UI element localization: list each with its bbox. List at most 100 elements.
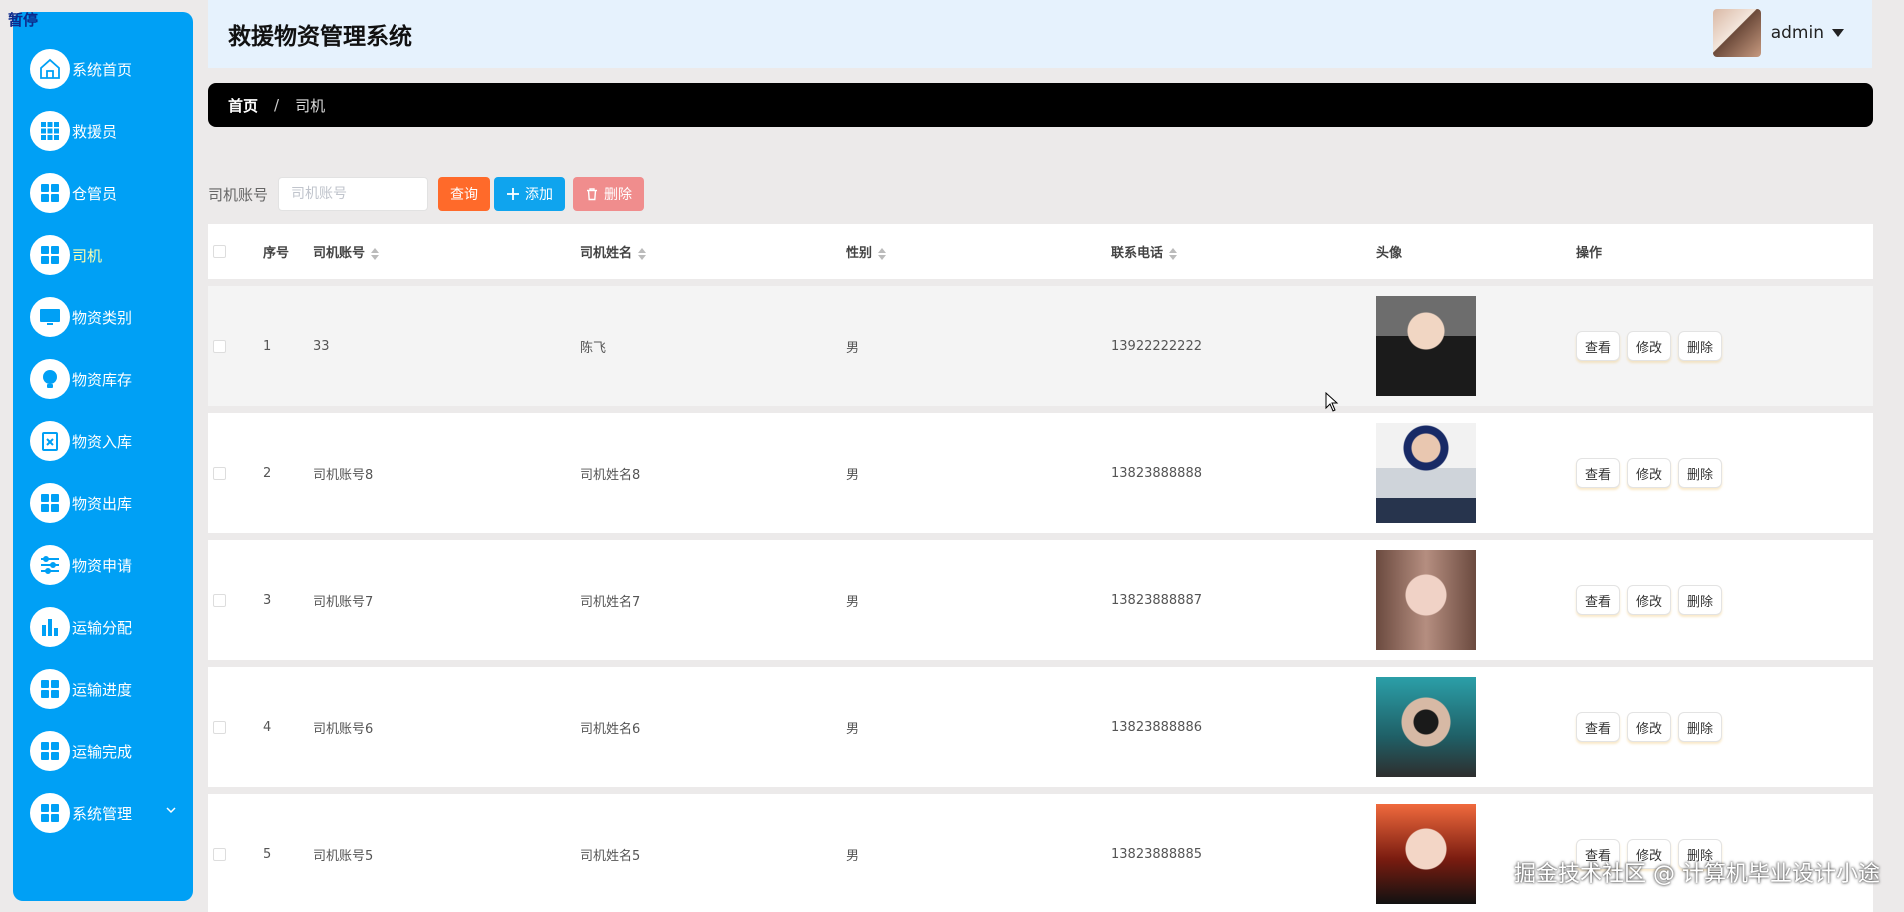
sidebar-item-warehouse-keeper[interactable]: 仓管员 [13, 162, 193, 224]
sort-icon[interactable] [371, 247, 380, 260]
sidebar-item-label: 物资申请 [72, 556, 133, 575]
chevron-down-icon [166, 807, 176, 814]
edit-button[interactable]: 修改 [1627, 331, 1672, 361]
sort-icon[interactable] [1169, 247, 1178, 260]
avatar[interactable] [1712, 9, 1761, 57]
breadcrumb: 首页 / 司机 [208, 83, 1873, 127]
sidebar-item-home[interactable]: 系统首页 [13, 38, 193, 100]
header-gender[interactable]: 性别 [846, 242, 1111, 261]
table-row: 2 司机账号8 司机姓名8 男 13823888888 查看 修改 删除 [208, 413, 1873, 533]
trash-icon [587, 188, 598, 201]
delete-button-label: 删除 [604, 187, 633, 203]
sidebar-item-label: 物资类别 [72, 308, 133, 327]
sort-icon[interactable] [878, 247, 887, 260]
grid-icon [30, 731, 70, 771]
watermark: 掘金技术社区 @ 计算机毕业设计小途 [1514, 862, 1880, 887]
mouse-cursor-icon [1325, 392, 1339, 412]
driver-photo [1376, 677, 1476, 777]
view-button[interactable]: 查看 [1576, 331, 1621, 361]
header-avatar: 头像 [1376, 246, 1403, 261]
edit-button[interactable]: 修改 [1627, 458, 1672, 488]
driver-table: 序号 司机账号 司机姓名 性别 联系电话 头像 操作 1 33 陈飞 男 139… [208, 224, 1873, 912]
header-name[interactable]: 司机姓名 [580, 242, 846, 261]
table-row: 3 司机账号7 司机姓名7 男 13823888887 查看 修改 删除 [208, 540, 1873, 660]
grid-icon [30, 793, 70, 833]
cell-name: 司机姓名5 [580, 848, 641, 864]
view-button[interactable]: 查看 [1576, 712, 1621, 742]
cell-name: 司机姓名7 [580, 594, 641, 610]
row-checkbox[interactable] [213, 847, 226, 861]
breadcrumb-home[interactable]: 首页 [228, 95, 258, 116]
edit-button[interactable]: 修改 [1627, 585, 1672, 615]
sidebar-item-label: 物资入库 [72, 432, 133, 451]
sidebar-item-label: 系统首页 [72, 60, 133, 79]
sidebar-item-material-category[interactable]: 物资类别 [13, 286, 193, 348]
row-checkbox[interactable] [213, 466, 226, 480]
delete-button[interactable]: 删除 [1678, 331, 1723, 361]
sidebar-item-material-outbound[interactable]: 物资出库 [13, 472, 193, 534]
breadcrumb-separator: / [274, 96, 280, 114]
sidebar-item-material-stock[interactable]: 物资库存 [13, 348, 193, 410]
select-all-checkbox[interactable] [213, 245, 226, 258]
cell-phone: 13823888886 [1111, 719, 1202, 735]
header-phone-label: 联系电话 [1111, 246, 1164, 261]
header-phone[interactable]: 联系电话 [1111, 242, 1376, 261]
delete-button[interactable]: 删除 [1678, 712, 1723, 742]
driver-photo [1376, 804, 1476, 904]
view-button[interactable]: 查看 [1576, 585, 1621, 615]
bulb-icon [30, 359, 70, 399]
cell-account: 司机账号8 [313, 467, 374, 483]
cell-account: 33 [313, 338, 330, 354]
sidebar: 系统首页 救援员 仓管员 司机 物资类别 物资库存 物资入库 物资出库 物资申请… [13, 12, 193, 901]
sidebar-item-material-inbound[interactable]: 物资入库 [13, 410, 193, 472]
sidebar-item-transport-assign[interactable]: 运输分配 [13, 596, 193, 658]
breadcrumb-current: 司机 [295, 96, 326, 115]
driver-photo [1376, 423, 1476, 523]
row-checkbox[interactable] [213, 593, 226, 607]
sidebar-item-label: 物资出库 [72, 494, 133, 513]
query-button[interactable]: 查询 [438, 177, 491, 211]
sidebar-item-system-manage[interactable]: 系统管理 [13, 782, 193, 844]
sidebar-item-driver[interactable]: 司机 [13, 224, 193, 286]
user-menu[interactable]: admin [1712, 9, 1844, 57]
cell-account: 司机账号6 [313, 721, 374, 737]
table-header: 序号 司机账号 司机姓名 性别 联系电话 头像 操作 [208, 224, 1873, 279]
header-actions: 操作 [1576, 246, 1603, 261]
sidebar-item-rescuer[interactable]: 救援员 [13, 100, 193, 162]
add-button[interactable]: 添加 [494, 177, 566, 211]
table-row: 5 司机账号5 司机姓名5 男 13823888885 查看 修改 删除 [208, 794, 1873, 912]
row-checkbox[interactable] [213, 720, 226, 734]
cell-phone: 13823888885 [1111, 846, 1202, 862]
view-button[interactable]: 查看 [1576, 458, 1621, 488]
app-title: 救援物资管理系统 [228, 24, 412, 50]
sidebar-item-transport-progress[interactable]: 运输进度 [13, 658, 193, 720]
sidebar-item-label: 运输进度 [72, 680, 133, 699]
batch-delete-button[interactable]: 删除 [573, 177, 645, 211]
row-checkbox[interactable] [213, 339, 226, 353]
header-name-label: 司机姓名 [580, 246, 633, 261]
cell-gender: 男 [846, 340, 860, 356]
cell-index: 1 [263, 338, 272, 354]
header-account[interactable]: 司机账号 [313, 242, 580, 261]
add-button-label: 添加 [525, 187, 554, 203]
delete-button[interactable]: 删除 [1678, 585, 1723, 615]
sidebar-item-material-request[interactable]: 物资申请 [13, 534, 193, 596]
query-button-label: 查询 [450, 187, 479, 203]
edit-button[interactable]: 修改 [1627, 712, 1672, 742]
driver-account-input[interactable] [278, 177, 429, 211]
driver-photo [1376, 296, 1476, 396]
sort-icon[interactable] [638, 247, 647, 260]
sidebar-item-label: 运输完成 [72, 742, 133, 761]
username[interactable]: admin [1771, 23, 1824, 43]
plus-icon [507, 188, 520, 200]
sidebar-item-label: 运输分配 [72, 618, 133, 637]
sidebar-item-label: 救援员 [72, 122, 118, 141]
caret-down-icon[interactable] [1832, 29, 1844, 37]
top-header: 救援物资管理系统 admin [208, 0, 1872, 68]
sidebar-item-transport-done[interactable]: 运输完成 [13, 720, 193, 782]
cell-name: 陈飞 [580, 340, 607, 356]
delete-button[interactable]: 删除 [1678, 458, 1723, 488]
cell-index: 5 [263, 846, 272, 862]
cell-name: 司机姓名6 [580, 721, 641, 737]
grid-icon [30, 111, 70, 151]
